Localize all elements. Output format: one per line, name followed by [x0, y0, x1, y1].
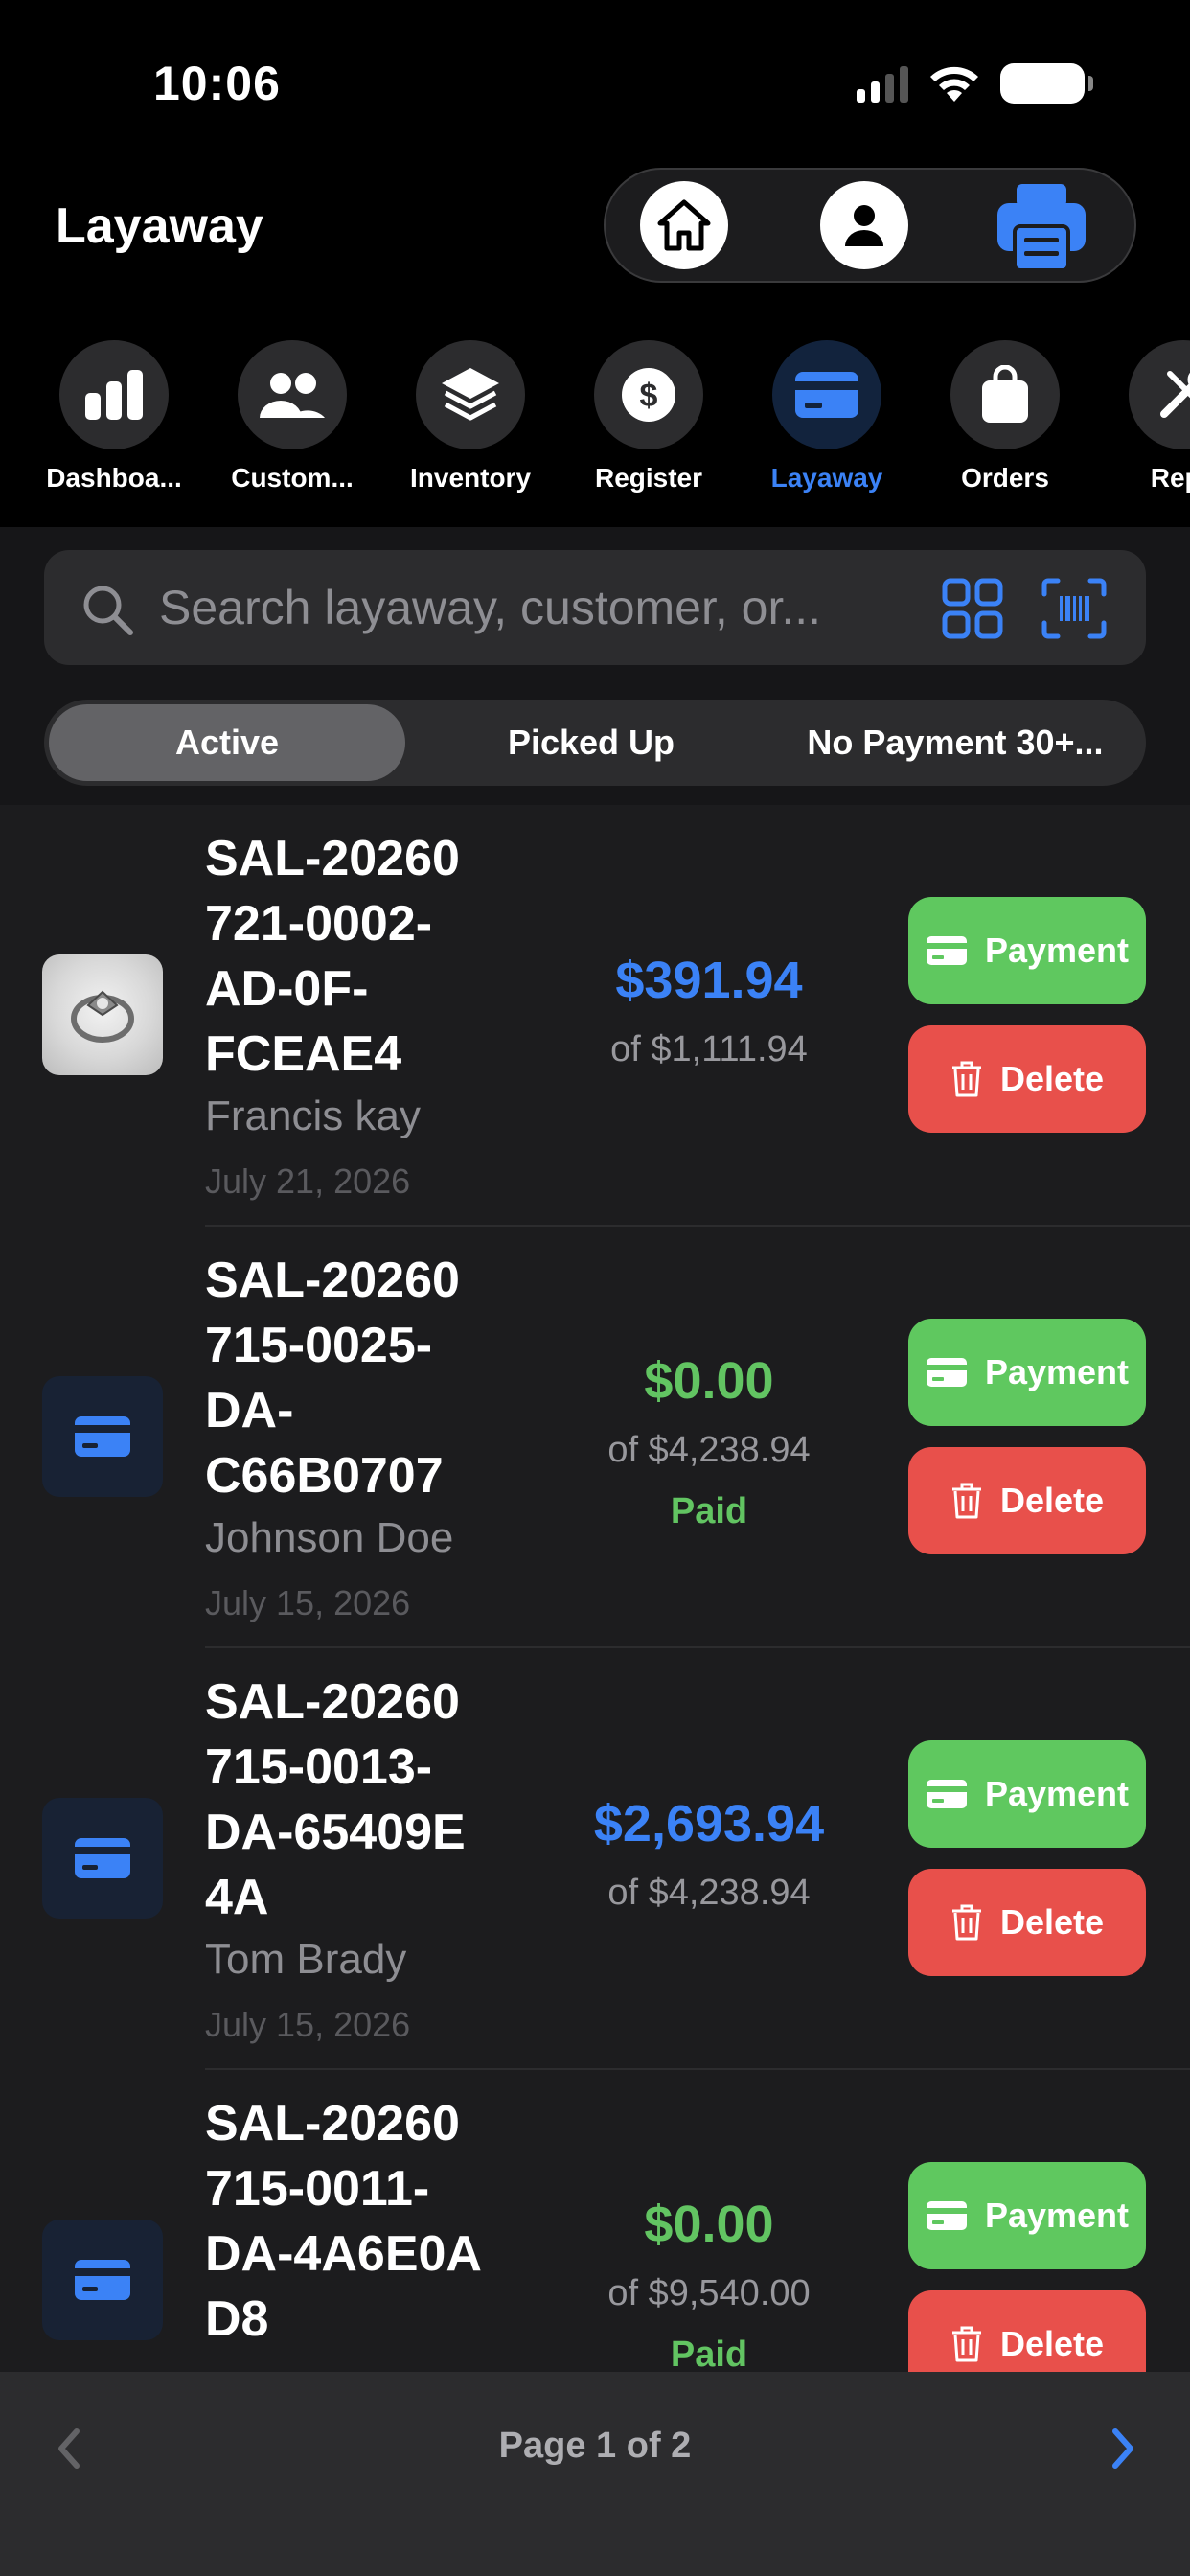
home-icon — [657, 199, 711, 251]
tab-no-payment[interactable]: No Payment 30+... — [770, 704, 1140, 781]
card-icon — [75, 1416, 130, 1457]
layers-icon — [442, 368, 499, 421]
status-time: 10:06 — [153, 57, 281, 110]
card-icon — [926, 2201, 967, 2230]
status-bar: 10:06 — [0, 0, 1190, 163]
balance-amount: $0.00 — [644, 2196, 774, 2253]
wifi-icon — [930, 66, 978, 102]
status-icons — [857, 63, 1093, 104]
sale-id: SAL-20260 715-0025- DA- C66B0707 — [205, 1253, 460, 1504]
sale-id: SAL-20260 721-0002- AD-0F- FCEAE4 — [205, 831, 460, 1082]
delete-button[interactable]: Delete — [908, 2290, 1146, 2372]
delete-button[interactable]: Delete — [908, 1869, 1146, 1976]
trash-icon — [951, 2326, 981, 2362]
tab-picked-up[interactable]: Picked Up — [416, 704, 767, 781]
delete-button[interactable]: Delete — [908, 1025, 1146, 1133]
trash-icon — [951, 1061, 981, 1097]
total-amount: of $4,238.94 — [607, 1430, 811, 1470]
paid-status: Paid — [670, 2334, 748, 2372]
search-bar — [44, 550, 1146, 665]
payment-button[interactable]: Payment — [908, 2162, 1146, 2269]
card-icon — [926, 936, 967, 965]
card-icon — [926, 1358, 967, 1387]
printer-icon — [997, 184, 1086, 272]
chevron-right-icon[interactable] — [1106, 2426, 1140, 2472]
pagination-bar: Page 1 of 2 — [0, 2372, 1190, 2576]
sale-id: SAL-20260 715-0013- DA-65409E 4A — [205, 1674, 466, 1925]
payment-button[interactable]: Payment — [908, 1740, 1146, 1848]
item-thumbnail — [42, 954, 163, 1075]
chart-bars-icon — [85, 370, 143, 420]
print-button[interactable] — [989, 177, 1094, 277]
page-title: Layaway — [56, 198, 263, 254]
people-icon — [260, 373, 325, 418]
search-input[interactable] — [159, 577, 954, 638]
dollar-icon: $ — [622, 368, 675, 422]
balance-amount: $391.94 — [615, 952, 803, 1009]
cellular-signal-icon — [857, 64, 908, 103]
customer-name: Francis kay — [205, 1092, 421, 1139]
list-item[interactable]: SAL-20260 715-0011- DA-4A6E0A D8 $0.00 of $… — [0, 2070, 1190, 2372]
tools-icon — [1160, 371, 1190, 418]
tab-active[interactable]: Active — [49, 704, 405, 781]
item-thumbnail — [42, 2220, 163, 2340]
customer-name: Johnson Doe — [205, 1514, 454, 1561]
paid-status: Paid — [670, 1491, 748, 1531]
person-icon — [845, 205, 883, 246]
payment-button[interactable]: Payment — [908, 1319, 1146, 1426]
payment-button[interactable]: Payment — [908, 897, 1146, 1004]
nav-item-register[interactable]: $ Register — [560, 340, 738, 494]
sale-id: SAL-20260 715-0011- DA-4A6E0A D8 — [205, 2096, 482, 2347]
card-icon — [75, 2260, 130, 2300]
balance-amount: $2,693.94 — [593, 1795, 825, 1852]
customer-name: Tom Brady — [205, 1936, 407, 1983]
card-icon — [795, 372, 858, 418]
trash-icon — [951, 1483, 981, 1519]
list-item[interactable]: SAL-20260 715-0025- DA- C66B0707 Johnson Do… — [0, 1227, 1190, 1648]
card-icon — [75, 1838, 130, 1878]
nav-item-dashboard[interactable]: Dashboa... — [25, 340, 203, 494]
nav-item-orders[interactable]: Orders — [916, 340, 1094, 494]
total-amount: of $1,111.94 — [610, 1029, 808, 1070]
item-thumbnail — [42, 1376, 163, 1497]
module-nav: Dashboa... Custom... Inventory $ Registe… — [0, 340, 1190, 503]
nav-item-repairs[interactable]: Repa — [1094, 340, 1190, 494]
item-thumbnail — [42, 1798, 163, 1919]
layaway-date: July 15, 2026 — [205, 2005, 411, 2044]
list-item[interactable]: SAL-20260 715-0013- DA-65409E 4A Tom Brady … — [0, 1648, 1190, 2070]
trash-icon — [951, 1904, 981, 1941]
nav-item-customers[interactable]: Custom... — [203, 340, 381, 494]
total-amount: of $9,540.00 — [607, 2273, 811, 2313]
layaway-list: SAL-20260 721-0002- AD-0F- FCEAE4 Francis k… — [0, 805, 1190, 2372]
layaway-date: July 15, 2026 — [205, 1583, 411, 1622]
balance-amount: $0.00 — [644, 1352, 774, 1410]
bag-icon — [982, 365, 1028, 423]
total-amount: of $4,238.94 — [607, 1873, 811, 1913]
battery-icon — [1000, 63, 1093, 104]
nav-item-inventory[interactable]: Inventory — [381, 340, 560, 494]
search-icon — [83, 586, 133, 635]
svg-text:$: $ — [640, 378, 658, 414]
list-item[interactable]: SAL-20260 721-0002- AD-0F- FCEAE4 Francis k… — [0, 805, 1190, 1227]
nav-item-layaway[interactable]: Layaway — [738, 340, 916, 494]
barcode-scan-icon[interactable] — [1041, 577, 1108, 640]
home-button[interactable] — [640, 181, 728, 269]
page-indicator: Page 1 of 2 — [498, 2426, 692, 2466]
profile-button[interactable] — [820, 181, 908, 269]
card-icon — [926, 1780, 967, 1808]
ring-image — [71, 990, 134, 1043]
status-filter: Active Picked Up No Payment 30+... — [44, 700, 1146, 786]
delete-button[interactable]: Delete — [908, 1447, 1146, 1554]
header-actions — [604, 168, 1136, 283]
grid-view-icon[interactable] — [941, 577, 1004, 640]
layaway-date: July 21, 2026 — [205, 1162, 411, 1201]
